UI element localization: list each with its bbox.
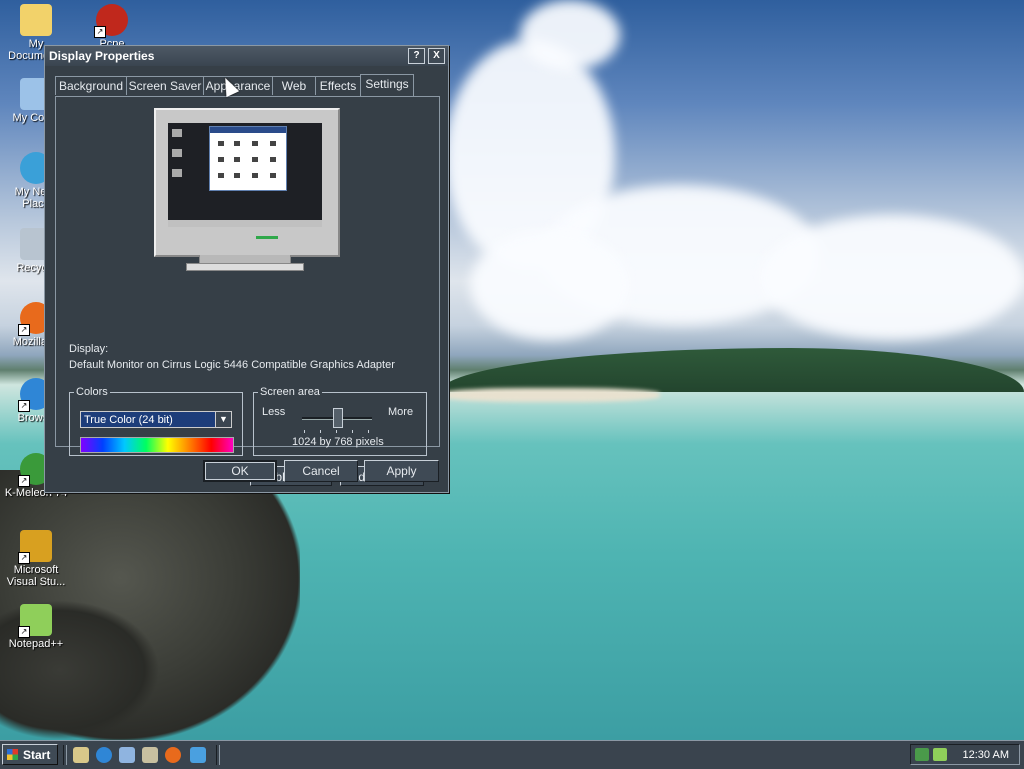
monitor-preview bbox=[154, 108, 340, 271]
dialog-titlebar[interactable]: Display Properties ? X bbox=[45, 46, 448, 66]
help-button[interactable]: ? bbox=[408, 48, 425, 64]
shortcut-arrow-icon: ↗ bbox=[94, 26, 106, 38]
color-depth-select[interactable]: True Color (24 bit) ▼ bbox=[80, 411, 232, 428]
ok-button[interactable]: OK bbox=[203, 460, 277, 482]
desktop-icon-visual-studio[interactable]: ↗ Microsoft Visual Stu... bbox=[0, 530, 72, 588]
desktop-icon-label: Notepad++ bbox=[8, 638, 64, 650]
dialog-title: Display Properties bbox=[49, 49, 155, 63]
resolution-text: 1024 by 768 pixels bbox=[292, 436, 384, 448]
display-properties-dialog: Display Properties ? X Background Screen… bbox=[44, 45, 449, 493]
colors-group: Colors True Color (24 bit) ▼ bbox=[69, 386, 243, 456]
color-spectrum-bar bbox=[80, 437, 234, 453]
tab-web[interactable]: Web bbox=[272, 76, 316, 95]
shortcut-arrow-icon: ↗ bbox=[18, 626, 30, 638]
colors-legend: Colors bbox=[76, 386, 108, 398]
tab-appearance[interactable]: Appearance bbox=[203, 76, 273, 95]
close-button[interactable]: X bbox=[428, 48, 445, 64]
tab-screen-saver[interactable]: Screen Saver bbox=[126, 76, 204, 95]
shortcut-arrow-icon: ↗ bbox=[18, 324, 30, 336]
notepadpp-icon: ↗ bbox=[18, 604, 52, 638]
visual-studio-icon: ↗ bbox=[18, 530, 52, 564]
windows-logo-icon bbox=[7, 749, 18, 760]
cancel-button[interactable]: Cancel bbox=[284, 460, 358, 482]
start-label: Start bbox=[23, 748, 51, 762]
start-button[interactable]: Start bbox=[2, 744, 58, 765]
search-icon[interactable] bbox=[142, 747, 158, 763]
internet-explorer-icon[interactable] bbox=[96, 747, 112, 763]
show-desktop-icon[interactable] bbox=[73, 747, 89, 763]
folder-icon bbox=[20, 4, 52, 36]
screen-area-legend: Screen area bbox=[260, 386, 320, 398]
monitor-screen bbox=[168, 123, 322, 227]
apply-button[interactable]: Apply bbox=[364, 460, 439, 482]
firefox-icon[interactable] bbox=[165, 747, 181, 763]
color-depth-value: True Color (24 bit) bbox=[84, 414, 173, 426]
shortcut-arrow-icon: ↗ bbox=[18, 475, 30, 487]
slider-more-label: More bbox=[388, 406, 414, 418]
desktop-icon-pcpe[interactable]: ↗ Pcpe bbox=[76, 4, 148, 50]
preview-window bbox=[209, 126, 287, 191]
taskbar: Start 12:30 AM bbox=[0, 740, 1024, 769]
volume-tray-icon[interactable] bbox=[933, 748, 947, 761]
shortcut-arrow-icon: ↗ bbox=[18, 400, 30, 412]
display-adapter-text: Default Monitor on Cirrus Logic 5446 Com… bbox=[69, 359, 395, 371]
system-tray: 12:30 AM bbox=[910, 744, 1020, 765]
tab-strip: Background Screen Saver Appearance Web E… bbox=[55, 74, 439, 97]
tab-background[interactable]: Background bbox=[55, 76, 127, 95]
desktop-icon-label: Microsoft Visual Stu... bbox=[6, 564, 66, 588]
settings-panel: Display: Default Monitor on Cirrus Logic… bbox=[55, 96, 440, 486]
messenger-icon[interactable] bbox=[190, 747, 206, 763]
screen-area-group: Screen area Less More 1024 by 768 pixels bbox=[253, 386, 427, 456]
desktop-icon-notepadpp[interactable]: ↗ Notepad++ bbox=[0, 604, 72, 650]
shortcut-arrow-icon: ↗ bbox=[18, 552, 30, 564]
outlook-express-icon[interactable] bbox=[119, 747, 135, 763]
tab-effects[interactable]: Effects bbox=[315, 76, 361, 95]
slider-less-label: Less bbox=[262, 406, 286, 418]
resolution-slider-thumb[interactable] bbox=[333, 408, 343, 428]
chevron-down-icon[interactable]: ▼ bbox=[215, 412, 231, 427]
app-icon: ↗ bbox=[94, 4, 128, 38]
network-tray-icon[interactable] bbox=[915, 748, 929, 761]
clock[interactable]: 12:30 AM bbox=[963, 745, 1009, 765]
display-label: Display: bbox=[69, 343, 109, 355]
tab-settings[interactable]: Settings bbox=[360, 74, 414, 96]
